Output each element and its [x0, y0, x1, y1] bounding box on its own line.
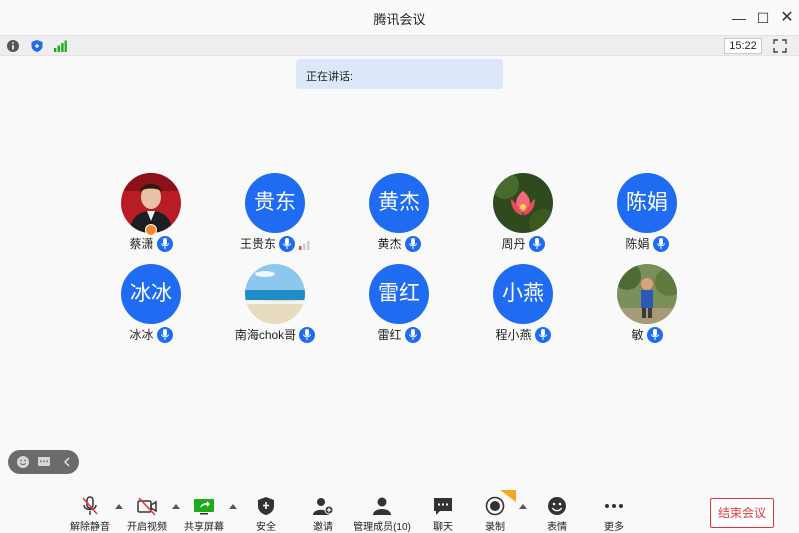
- avatar: [617, 264, 677, 324]
- participant-tile[interactable]: 小燕 程小燕: [461, 264, 585, 354]
- chat-icon: [434, 498, 452, 515]
- network-signal-icon: [299, 239, 310, 250]
- end-meeting-button[interactable]: 结束会议: [710, 498, 774, 528]
- mic-muted-icon: [82, 496, 98, 515]
- avatar: 黄杰: [369, 173, 429, 233]
- manage-members-button[interactable]: 管理成员(10): [353, 490, 411, 533]
- participant-name: 陈娟: [625, 237, 650, 251]
- participant-name: 冰冰: [129, 328, 154, 342]
- mic-icon[interactable]: [156, 235, 173, 252]
- window-title: 腾讯会议: [373, 12, 426, 27]
- members-icon: [373, 497, 391, 515]
- more-label: 更多: [604, 522, 624, 533]
- participant-name: 敏: [631, 328, 644, 342]
- participant-name: 蔡潇: [129, 237, 154, 251]
- invite-button[interactable]: 邀请: [303, 490, 343, 533]
- avatar: 冰冰: [121, 264, 181, 324]
- mic-icon[interactable]: [279, 235, 295, 252]
- unmute-button[interactable]: 解除静音: [70, 490, 110, 533]
- maximize-button[interactable]: ☐: [753, 8, 773, 28]
- minimize-button[interactable]: —: [729, 8, 749, 28]
- avatar: 贵东: [245, 173, 305, 233]
- participant-tile[interactable]: 雷红 雷红: [337, 264, 461, 354]
- avatar: 陈娟: [617, 173, 677, 233]
- avatar: [493, 173, 553, 233]
- more-button[interactable]: 更多: [594, 490, 634, 533]
- meeting-clock: 15:22: [724, 38, 762, 54]
- participant-name: 程小燕: [495, 328, 532, 342]
- fullscreen-icon[interactable]: [773, 39, 787, 53]
- mic-icon[interactable]: [404, 235, 421, 252]
- share-screen-button[interactable]: 共享屏幕: [184, 490, 224, 533]
- share-options-caret-icon[interactable]: [229, 504, 237, 509]
- participant-tile[interactable]: 黄杰 黄杰: [337, 173, 461, 263]
- participant-tile[interactable]: 冰冰 冰冰: [89, 264, 213, 354]
- participant-tile[interactable]: 蔡潇: [89, 173, 213, 263]
- participant-name: 南海chok哥: [234, 328, 297, 342]
- mic-icon[interactable]: [646, 326, 663, 343]
- start-video-button[interactable]: 开启视频: [127, 490, 167, 533]
- participant-tile[interactable]: 陈娟 陈娟: [585, 173, 709, 263]
- audio-options-caret-icon[interactable]: [115, 504, 123, 509]
- collapse-chevron-icon[interactable]: [61, 455, 73, 469]
- participant-tile[interactable]: 贵东 王贵东: [213, 173, 337, 263]
- mic-icon[interactable]: [404, 326, 421, 343]
- mic-icon[interactable]: [528, 235, 545, 252]
- participant-name: 周丹: [501, 237, 526, 251]
- emoji-icon[interactable]: [16, 455, 30, 469]
- participant-tile[interactable]: 敏: [585, 264, 709, 354]
- avatar: [245, 264, 305, 324]
- participant-tile[interactable]: 南海chok哥: [213, 264, 337, 354]
- new-badge-icon: [500, 490, 516, 502]
- participant-tile[interactable]: 周丹: [461, 173, 585, 263]
- security-button[interactable]: 安全: [246, 490, 286, 533]
- speaking-label: 正在讲话:: [306, 71, 354, 83]
- close-button[interactable]: ✕: [777, 8, 797, 28]
- shield-icon[interactable]: [30, 39, 44, 53]
- record-options-caret-icon[interactable]: [519, 504, 527, 509]
- security-shield-icon: [258, 497, 274, 515]
- title-bar: 腾讯会议 — ☐ ✕: [0, 0, 799, 35]
- signal-icon[interactable]: [53, 39, 67, 53]
- reactions-button[interactable]: 表情: [537, 490, 577, 533]
- status-bar: 15:22: [0, 35, 799, 56]
- speaking-indicator: 正在讲话:: [296, 59, 503, 89]
- participant-name: 黄杰: [377, 237, 402, 251]
- mic-icon[interactable]: [299, 326, 316, 343]
- video-off-icon: [137, 497, 157, 516]
- meeting-toolbar: 解除静音 开启视频 共享屏幕 安全 邀请 管理成员(10) 聊天 录制 表情 更…: [0, 490, 799, 533]
- emoji-icon: [548, 497, 566, 515]
- mic-icon[interactable]: [652, 235, 669, 252]
- info-icon[interactable]: [6, 39, 20, 53]
- message-icon[interactable]: [37, 455, 51, 469]
- mic-icon[interactable]: [156, 326, 173, 343]
- mic-icon[interactable]: [534, 326, 551, 343]
- participant-name: 王贵东: [239, 237, 276, 251]
- avatar: 小燕: [493, 264, 553, 324]
- floating-reaction-bar: [8, 450, 79, 474]
- avatar: 雷红: [369, 264, 429, 324]
- participant-name: 雷红: [377, 328, 402, 342]
- more-dots-icon: [605, 504, 623, 508]
- share-screen-icon: [194, 499, 214, 515]
- video-options-caret-icon[interactable]: [172, 504, 180, 509]
- invite-user-icon: [313, 498, 334, 515]
- record-button[interactable]: 录制: [475, 490, 516, 533]
